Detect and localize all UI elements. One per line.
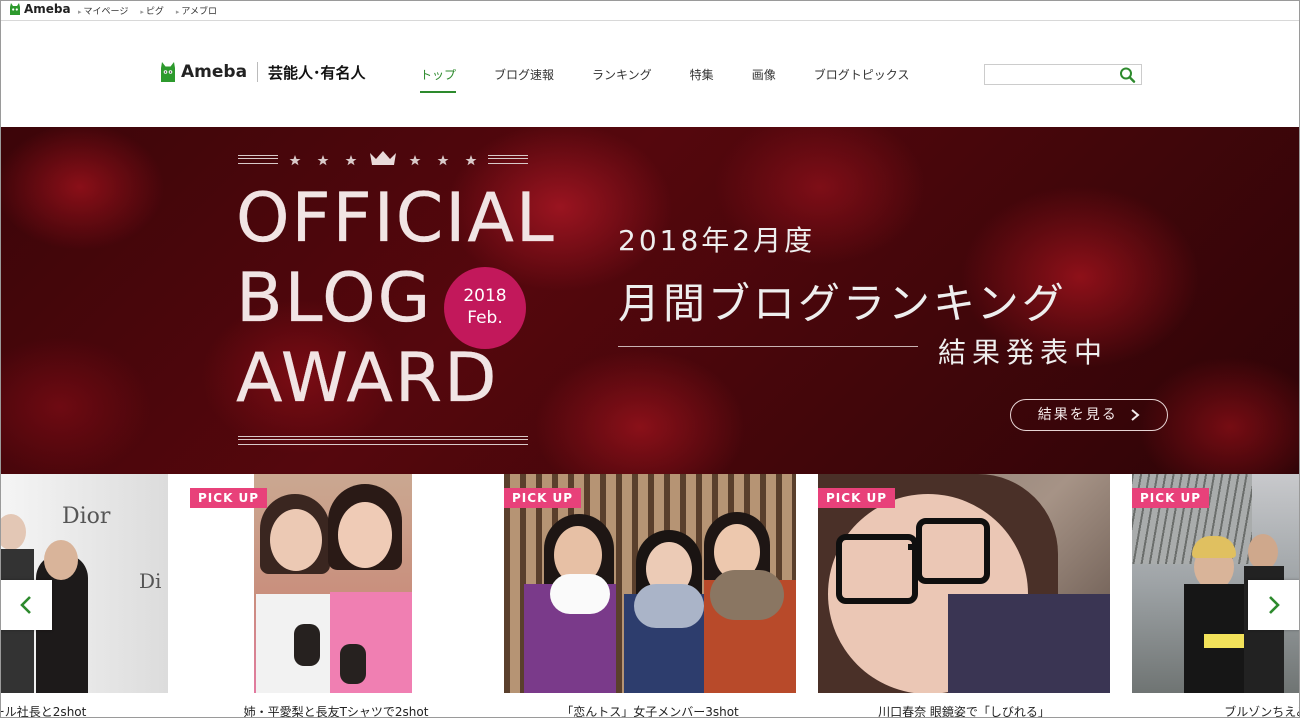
card-caption: 川口春奈 眼鏡姿で「しびれる」 bbox=[878, 705, 1050, 718]
nav-top[interactable]: トップ bbox=[420, 66, 457, 93]
brand[interactable]: Ameba 芸能人･有名人 bbox=[158, 61, 366, 83]
official-line-3: AWARD bbox=[236, 339, 499, 418]
date-badge: 2018 Feb. bbox=[444, 267, 526, 349]
chevron-right-icon bbox=[1269, 596, 1280, 614]
ameba-home-link[interactable]: Ameba bbox=[8, 2, 71, 16]
pick-up-badge: PICK UP bbox=[504, 488, 582, 508]
ranking-period: 2018年2月度 bbox=[618, 224, 816, 257]
topbar-links: マイページ ピグ アメブロ bbox=[78, 4, 217, 17]
carousel-next-button[interactable] bbox=[1248, 580, 1300, 630]
carousel-card[interactable]: PICK UP 川口春奈 眼鏡姿で「しびれる」 bbox=[818, 474, 1110, 718]
main-nav: トップ ブログ速報 ランキング 特集 画像 ブログトピックス bbox=[420, 66, 947, 93]
ameba-logo-icon bbox=[10, 3, 20, 15]
badge-year: 2018 bbox=[463, 286, 507, 306]
hero-banner[interactable]: OFFICIAL BLOG AWARD 2018 Feb. 2018年2月度 月… bbox=[0, 127, 1300, 475]
pickup-carousel: Dior Di ディオール社長と2shot PICK UP 姉・平愛梨と長友Tシ… bbox=[0, 474, 1300, 718]
badge-month: Feb. bbox=[467, 308, 503, 328]
search-input[interactable] bbox=[985, 67, 1121, 87]
topbar-logo-text: Ameba bbox=[24, 2, 71, 16]
pick-up-badge: PICK UP bbox=[190, 488, 268, 508]
nav-ranking[interactable]: ランキング bbox=[592, 66, 652, 89]
official-line-1: OFFICIAL bbox=[236, 179, 556, 258]
card-caption: ディオール社長と2shot bbox=[0, 705, 87, 718]
ameblo-link[interactable]: アメブロ bbox=[176, 4, 217, 17]
crown-ornament bbox=[238, 149, 528, 169]
nav-blog-topics[interactable]: ブログトピックス bbox=[814, 66, 910, 89]
chevron-right-icon bbox=[1131, 409, 1140, 421]
category-title: 芸能人･有名人 bbox=[268, 63, 366, 82]
ameba-logo-icon bbox=[161, 62, 175, 82]
card-caption: 姉・平愛梨と長友Tシャツで2shot bbox=[243, 705, 429, 718]
brand-divider bbox=[257, 62, 259, 82]
carousel-card[interactable]: PICK UP 姉・平愛梨と長友Tシャツで2shot bbox=[190, 474, 482, 718]
carousel-card[interactable]: PICK UP 「恋んトス」女子メンバー3shot bbox=[504, 474, 796, 718]
chevron-left-icon bbox=[20, 596, 31, 614]
title-divider bbox=[618, 346, 918, 347]
search-icon[interactable] bbox=[1119, 67, 1137, 83]
ranking-title: 月間ブログランキング bbox=[618, 279, 1067, 328]
nav-features[interactable]: 特集 bbox=[690, 66, 714, 89]
card-caption: 「恋んトス」女子メンバー3shot bbox=[561, 705, 739, 718]
see-results-label: 結果を見る bbox=[1037, 407, 1118, 423]
pick-up-badge: PICK UP bbox=[818, 488, 896, 508]
nav-images[interactable]: 画像 bbox=[752, 66, 776, 89]
search-box bbox=[984, 64, 1142, 87]
crown-icon bbox=[370, 151, 396, 165]
pick-up-badge: PICK UP bbox=[1132, 488, 1210, 508]
utility-bar: Ameba マイページ ピグ アメブロ bbox=[0, 0, 1300, 21]
brand-name: Ameba bbox=[181, 62, 248, 82]
mypage-link[interactable]: マイページ bbox=[78, 4, 129, 17]
card-caption: ブルゾンちえみ 3月 bbox=[1224, 705, 1300, 718]
see-results-button[interactable]: 結果を見る bbox=[1010, 399, 1168, 431]
ranking-subtitle: 結果発表中 bbox=[938, 336, 1109, 369]
carousel-prev-button[interactable] bbox=[0, 580, 52, 630]
pigg-link[interactable]: ピグ bbox=[140, 4, 164, 17]
site-header: Ameba 芸能人･有名人 トップ ブログ速報 ランキング 特集 画像 ブログト… bbox=[0, 21, 1300, 127]
nav-blog-news[interactable]: ブログ速報 bbox=[494, 66, 554, 89]
